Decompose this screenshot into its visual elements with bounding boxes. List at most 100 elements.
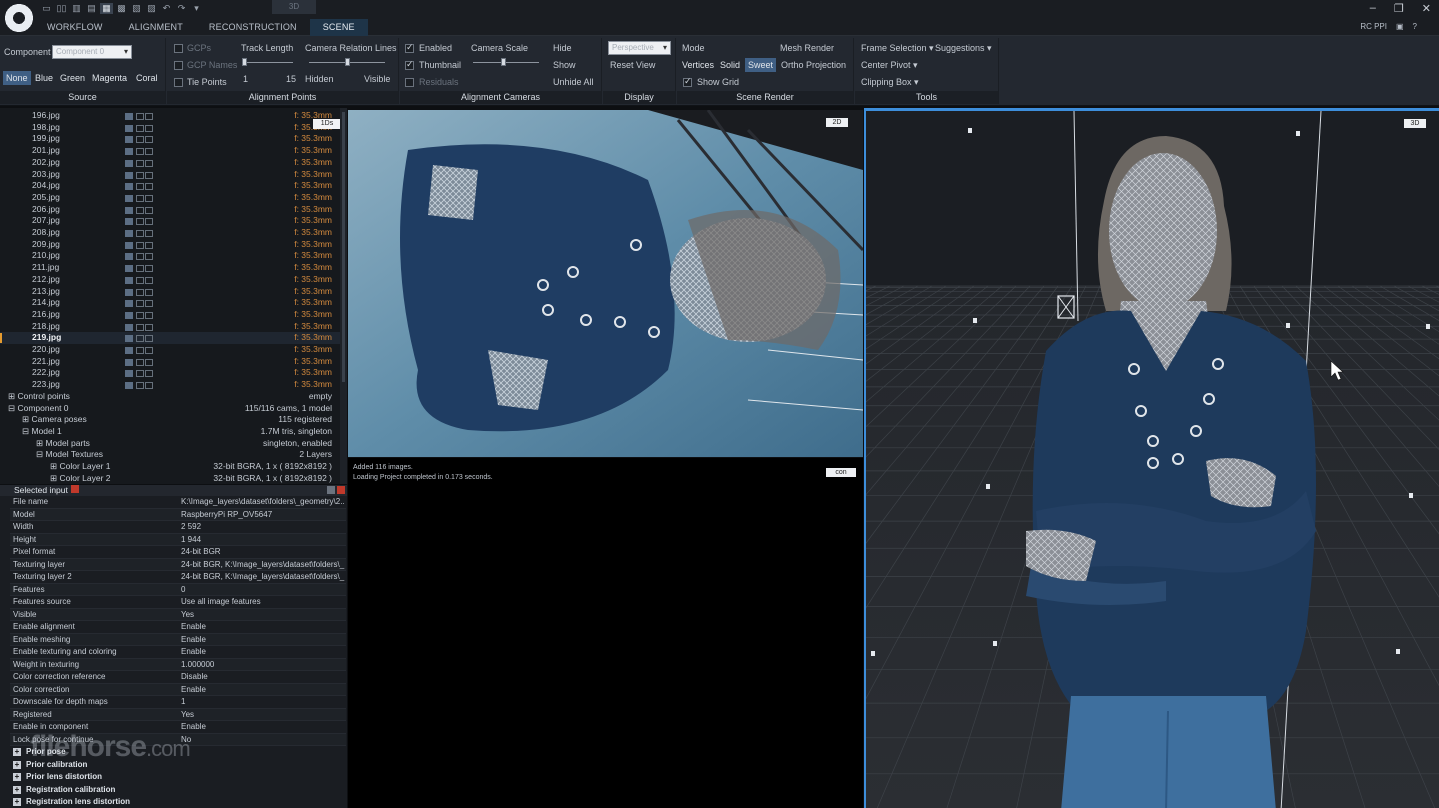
property-row[interactable]: Width 2 592 <box>10 521 346 534</box>
tree-image-row[interactable]: 203.jpg f: 35.3mm <box>0 169 340 181</box>
undo-icon[interactable]: ↶ <box>160 3 173 14</box>
show-button[interactable]: Show <box>553 60 576 70</box>
tree-image-row[interactable]: 202.jpg f: 35.3mm <box>0 157 340 169</box>
property-row[interactable]: Enable texturing and coloring Enable <box>10 646 346 659</box>
property-section-toggle[interactable]: Registration lens distortion <box>13 796 130 808</box>
property-value[interactable]: 1 <box>181 696 345 709</box>
property-value[interactable]: Enable <box>181 684 345 697</box>
redo-icon[interactable]: ↷ <box>175 3 188 14</box>
color-blue-button[interactable]: Blue <box>32 71 56 85</box>
tree-image-row[interactable]: 201.jpg f: 35.3mm <box>0 145 340 157</box>
tree-image-row[interactable]: 205.jpg f: 35.3mm <box>0 192 340 204</box>
sweet-button[interactable]: Sweet <box>745 58 777 72</box>
tree-image-row[interactable]: 196.jpg f: 35.3mm <box>0 110 340 122</box>
track-length-knob[interactable] <box>242 58 247 66</box>
image-view-2d[interactable]: 2D <box>348 110 863 457</box>
tree-image-row[interactable]: 214.jpg f: 35.3mm <box>0 297 340 309</box>
suggestions-button[interactable]: Suggestions ▾ <box>935 43 992 54</box>
color-magenta-button[interactable]: Magenta <box>89 71 130 85</box>
panel-close-icon[interactable] <box>337 486 345 494</box>
tree-image-row[interactable]: 212.jpg f: 35.3mm <box>0 274 340 286</box>
camera-relation-knob[interactable] <box>345 58 350 66</box>
maximize-icon[interactable]: ❐ <box>1394 2 1404 15</box>
tree-image-row[interactable]: 218.jpg f: 35.3mm <box>0 321 340 333</box>
layout-2-icon[interactable]: ▯▯ <box>55 3 68 14</box>
layout-3-icon[interactable]: ▥ <box>70 3 83 14</box>
property-value[interactable]: Disable <box>181 671 345 684</box>
property-value[interactable]: 1.000000 <box>181 659 345 672</box>
color-none-button[interactable]: None <box>3 71 31 85</box>
property-value[interactable]: 24-bit BGR, K:\Image_layers\dataset\fold… <box>181 571 345 584</box>
property-row[interactable]: File name K:\Image_layers\dataset\folders… <box>10 496 346 509</box>
property-value[interactable]: 24-bit BGR <box>181 546 345 559</box>
tree-image-row[interactable]: 198.jpgf: 35.3mm <box>0 122 340 134</box>
enabled-checkbox[interactable] <box>405 42 414 53</box>
tree-image-row[interactable]: 216.jpg f: 35.3mm <box>0 309 340 321</box>
app-logo-icon[interactable] <box>4 3 34 33</box>
console-tag[interactable]: con <box>826 468 856 477</box>
show-grid-checkbox[interactable] <box>683 76 692 87</box>
tab-reconstruction[interactable]: RECONSTRUCTION <box>196 19 310 36</box>
property-value[interactable]: 0 <box>181 584 345 597</box>
property-row[interactable]: Features source Use all image features <box>10 596 346 609</box>
property-row[interactable]: Color correction reference Disable <box>10 671 346 684</box>
tie-points-checkbox[interactable] <box>174 78 183 87</box>
clipping-box-button[interactable]: Clipping Box ▾ <box>861 77 919 88</box>
gcps-checkbox[interactable] <box>174 44 183 53</box>
tree-image-row[interactable]: 208.jpg f: 35.3mm <box>0 227 340 239</box>
color-coral-button[interactable]: Coral <box>133 71 161 85</box>
frame-selection-button[interactable]: Frame Selection ▾ <box>861 43 934 54</box>
property-row[interactable]: Downscale for depth maps 1 <box>10 696 346 709</box>
tree-node-row[interactable]: ⊞ Control points empty <box>0 391 340 403</box>
tree-image-row[interactable]: 211.jpg f: 35.3mm <box>0 262 340 274</box>
tree-image-row[interactable]: 213.jpg f: 35.3mm <box>0 286 340 298</box>
tab-scene[interactable]: SCENE <box>309 19 368 36</box>
tree-image-row[interactable]: 204.jpg f: 35.3mm <box>0 180 340 192</box>
layout-6-icon[interactable]: ▩ <box>115 3 128 14</box>
tree-node-row[interactable]: ⊟ Model Textures 2 Layers <box>0 449 340 461</box>
property-section-toggle[interactable]: Prior lens distortion <box>13 771 102 784</box>
property-row[interactable]: Model RaspberryPi RP_OV5647 <box>10 508 346 522</box>
property-value[interactable]: Yes <box>181 709 345 722</box>
property-row[interactable]: Enable alignment Enable <box>10 621 346 634</box>
reset-view-button[interactable]: Reset View <box>610 60 655 70</box>
tree-node-row[interactable]: ⊟ Component 0 115/116 cams, 1 model <box>0 403 340 415</box>
property-value[interactable]: 2 592 <box>181 521 345 534</box>
panel-icon[interactable]: ▣ <box>1396 22 1404 31</box>
tree-image-row[interactable]: 210.jpg f: 35.3mm <box>0 250 340 262</box>
layout-5-icon[interactable]: ▦ <box>100 3 113 14</box>
property-value[interactable]: 1 944 <box>181 534 345 547</box>
tree-image-row[interactable]: 207.jpg f: 35.3mm <box>0 215 340 227</box>
tree-image-row[interactable]: 206.jpg f: 35.3mm <box>0 204 340 216</box>
unhide-all-button[interactable]: Unhide All <box>553 77 594 87</box>
tree-node-row[interactable]: ⊞ Color Layer 2 32-bit BGRA, 1 x ( 8192x8… <box>0 473 340 484</box>
property-row[interactable]: Visible Yes <box>10 608 346 621</box>
property-section-toggle[interactable]: Registration calibration <box>13 784 115 797</box>
tab-workflow[interactable]: WORKFLOW <box>34 19 116 36</box>
property-value[interactable]: Use all image features <box>181 596 345 609</box>
property-row[interactable]: Height 1 944 <box>10 533 346 547</box>
track-length-slider[interactable] <box>243 62 293 63</box>
tree-image-row[interactable]: 219.jpg f: 35.3mm <box>0 332 340 344</box>
thumbnail-checkbox[interactable] <box>405 59 414 70</box>
layout-8-icon[interactable]: ▨ <box>145 3 158 14</box>
property-value[interactable]: Enable <box>181 621 345 634</box>
property-value[interactable]: RaspberryPi RP_OV5647 <box>181 509 345 522</box>
license-label[interactable]: RC PPI <box>1360 22 1387 31</box>
view-tag-2d[interactable]: 2D <box>826 118 848 127</box>
property-row[interactable]: Texturing layer 2 24-bit BGR, K:\Image_la… <box>10 571 346 584</box>
help-icon[interactable]: ? <box>1413 22 1417 31</box>
tree-node-row[interactable]: ⊞ Camera poses 115 registered <box>0 414 340 426</box>
camera-scale-knob[interactable] <box>501 58 506 66</box>
property-row[interactable]: Color correction Enable <box>10 683 346 697</box>
gcp-names-checkbox[interactable] <box>174 61 183 70</box>
tree-image-row[interactable]: 209.jpg f: 35.3mm <box>0 239 340 251</box>
close-icon[interactable]: ✕ <box>1422 2 1431 15</box>
color-green-button[interactable]: Green <box>57 71 88 85</box>
layout-4-icon[interactable]: ▤ <box>85 3 98 14</box>
tree-node-row[interactable]: ⊞ Model parts singleton, enabled <box>0 438 340 450</box>
property-value[interactable]: Enable <box>181 721 345 734</box>
property-row[interactable]: Registered Yes <box>10 708 346 722</box>
layout-1-icon[interactable]: ▭ <box>40 3 53 14</box>
residuals-checkbox[interactable] <box>405 78 414 87</box>
